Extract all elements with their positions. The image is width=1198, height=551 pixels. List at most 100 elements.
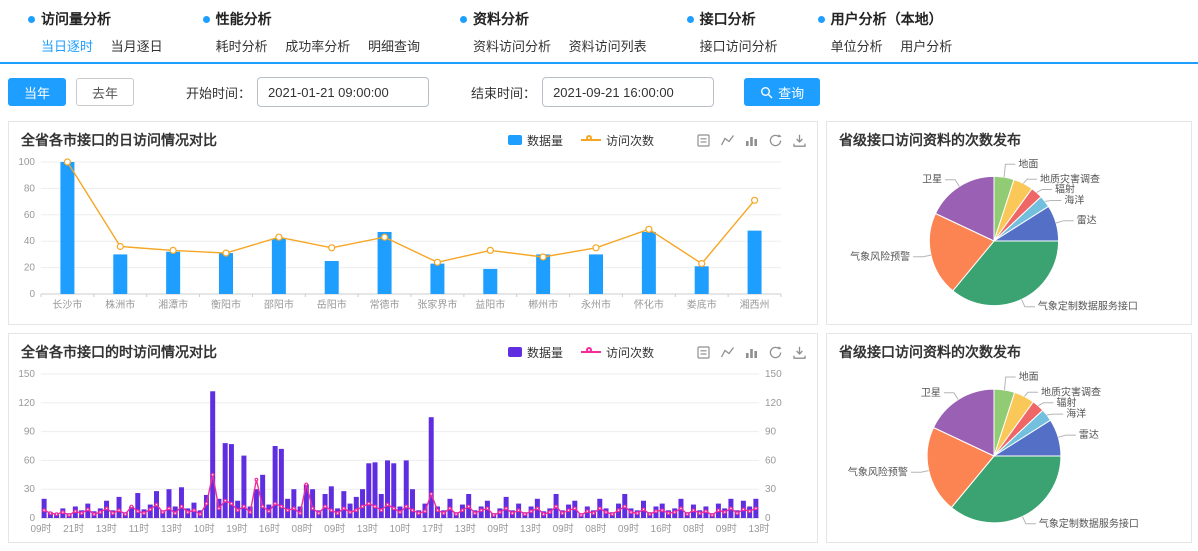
svg-text:09时: 09时	[324, 523, 345, 535]
data-view-icon[interactable]	[696, 345, 711, 360]
search-button[interactable]: 查询	[744, 78, 820, 106]
svg-text:气象风险预警: 气象风险预警	[848, 465, 908, 478]
end-time-label: 结束时间：	[471, 83, 536, 102]
bullet-icon	[203, 16, 210, 23]
svg-text:09时: 09时	[716, 523, 737, 535]
svg-text:19时: 19时	[226, 523, 247, 535]
restore-icon[interactable]	[768, 345, 783, 360]
svg-text:120: 120	[765, 398, 782, 409]
bar-type-icon[interactable]	[744, 345, 759, 360]
svg-text:13时: 13时	[748, 523, 769, 535]
svg-text:13时: 13时	[455, 523, 476, 535]
svg-text:09时: 09时	[487, 523, 508, 535]
svg-text:0: 0	[29, 513, 35, 524]
svg-text:100: 100	[18, 157, 35, 168]
svg-text:10时: 10时	[389, 523, 410, 535]
svg-text:10时: 10时	[194, 523, 215, 535]
svg-text:卫星: 卫星	[921, 387, 941, 399]
svg-text:益阳市: 益阳市	[475, 298, 505, 311]
svg-text:16时: 16时	[259, 523, 280, 535]
nav-section-title: 用户分析（本地）	[831, 9, 943, 29]
svg-text:09时: 09时	[618, 523, 639, 535]
svg-text:卫星: 卫星	[922, 174, 942, 186]
svg-text:09时: 09时	[30, 523, 51, 535]
svg-text:60: 60	[24, 455, 36, 466]
legend-item-visits[interactable]: 访问次数	[581, 132, 654, 149]
nav-item-detail-query[interactable]: 明细查询	[368, 39, 420, 54]
download-icon[interactable]	[792, 345, 807, 360]
line-type-icon[interactable]	[720, 345, 735, 360]
legend-label: 访问次数	[606, 132, 654, 149]
panel-title: 省级接口访问资料的次数发布	[839, 130, 1021, 150]
nav-item-interface-access-analysis[interactable]: 接口访问分析	[700, 39, 778, 54]
svg-text:13时: 13时	[357, 523, 378, 535]
nav-section-users: 用户分析（本地） 单位分析 用户分析	[818, 9, 967, 55]
legend-item-databar[interactable]: 数据量	[508, 344, 563, 361]
panel-title: 省级接口访问资料的次数发布	[839, 342, 1021, 362]
panel-title: 全省各市接口的时访问情况对比	[21, 342, 217, 362]
end-time-input[interactable]	[542, 77, 714, 107]
svg-text:11时: 11时	[129, 523, 149, 535]
data-view-icon[interactable]	[696, 133, 711, 148]
province-access-pie-chart: 地面地质灾害调查辐射海洋雷达气象定制数据服务接口气象风险预警卫星	[827, 366, 1189, 542]
search-icon	[760, 86, 773, 99]
svg-text:09时: 09时	[553, 523, 574, 535]
top-nav: 访问量分析 当日逐时 当月逐日 性能分析 耗时分析 成功率分析 明细查询 资料分…	[0, 0, 1198, 62]
bullet-icon	[460, 16, 467, 23]
bar-type-icon[interactable]	[744, 133, 759, 148]
last-year-button[interactable]: 去年	[76, 78, 134, 106]
chart-toolbar	[696, 345, 807, 360]
nav-item-user-analysis[interactable]: 用户分析	[900, 39, 952, 54]
svg-text:08时: 08时	[292, 523, 313, 535]
chart-legend[interactable]: 数据量 访问次数	[508, 344, 654, 361]
start-time-input[interactable]	[257, 77, 429, 107]
legend-label: 数据量	[527, 344, 563, 361]
hourly-bar-line-chart: 0030306060909012012015015009时21时13时11时13…	[9, 366, 795, 538]
svg-text:90: 90	[765, 427, 777, 438]
filter-bar: 当年 去年 开始时间： 结束时间： 查询	[0, 64, 1198, 117]
nav-item-success-rate[interactable]: 成功率分析	[285, 39, 350, 54]
line-legend-marker	[581, 135, 601, 145]
bar-legend-marker	[508, 135, 522, 145]
legend-item-databar[interactable]: 数据量	[508, 132, 563, 149]
nav-item-today-hourly[interactable]: 当日逐时	[41, 39, 93, 54]
svg-text:120: 120	[18, 398, 35, 409]
legend-label: 访问次数	[606, 344, 654, 361]
svg-text:30: 30	[765, 484, 777, 495]
nav-item-month-daily[interactable]: 当月逐日	[111, 39, 163, 54]
province-access-pie-chart: 地面地质灾害调查辐射海洋雷达气象定制数据服务接口气象风险预警卫星	[827, 154, 1189, 324]
legend-item-visits[interactable]: 访问次数	[581, 344, 654, 361]
nav-section-visits: 访问量分析 当日逐时 当月逐日	[28, 9, 177, 55]
svg-text:常德市: 常德市	[370, 298, 400, 311]
svg-text:邵阳市: 邵阳市	[264, 298, 294, 311]
line-type-icon[interactable]	[720, 133, 735, 148]
svg-text:岳阳市: 岳阳市	[317, 298, 347, 311]
nav-item-data-access-analysis[interactable]: 资料访问分析	[473, 39, 551, 54]
nav-item-org-analysis[interactable]: 单位分析	[831, 39, 883, 54]
svg-text:气象风险预警: 气象风险预警	[850, 250, 910, 263]
panel-daily-chart: 全省各市接口的日访问情况对比 数据量 访问次数	[8, 121, 818, 325]
svg-text:地面: 地面	[1018, 157, 1038, 170]
svg-text:辐射: 辐射	[1057, 396, 1077, 409]
svg-text:海洋: 海洋	[1064, 194, 1084, 207]
nav-section-data: 资料分析 资料访问分析 资料访问列表	[460, 9, 661, 55]
nav-item-time-cost[interactable]: 耗时分析	[216, 39, 268, 54]
svg-text:90: 90	[24, 427, 36, 438]
this-year-button[interactable]: 当年	[8, 78, 66, 106]
nav-item-data-access-list[interactable]: 资料访问列表	[569, 39, 647, 54]
svg-text:张家界市: 张家界市	[417, 298, 457, 311]
svg-text:郴州市: 郴州市	[528, 298, 558, 311]
svg-text:0: 0	[765, 513, 771, 524]
nav-section-interface: 接口分析 接口访问分析	[687, 9, 792, 55]
svg-text:衡阳市: 衡阳市	[211, 298, 241, 311]
bullet-icon	[687, 16, 694, 23]
search-button-label: 查询	[778, 83, 804, 102]
svg-text:怀化市: 怀化市	[634, 298, 664, 311]
restore-icon[interactable]	[768, 133, 783, 148]
chart-legend[interactable]: 数据量 访问次数	[508, 132, 654, 149]
download-icon[interactable]	[792, 133, 807, 148]
svg-text:湘潭市: 湘潭市	[158, 298, 188, 311]
panel-title: 全省各市接口的日访问情况对比	[21, 130, 217, 150]
svg-text:海洋: 海洋	[1066, 407, 1086, 420]
svg-text:16时: 16时	[651, 523, 672, 535]
